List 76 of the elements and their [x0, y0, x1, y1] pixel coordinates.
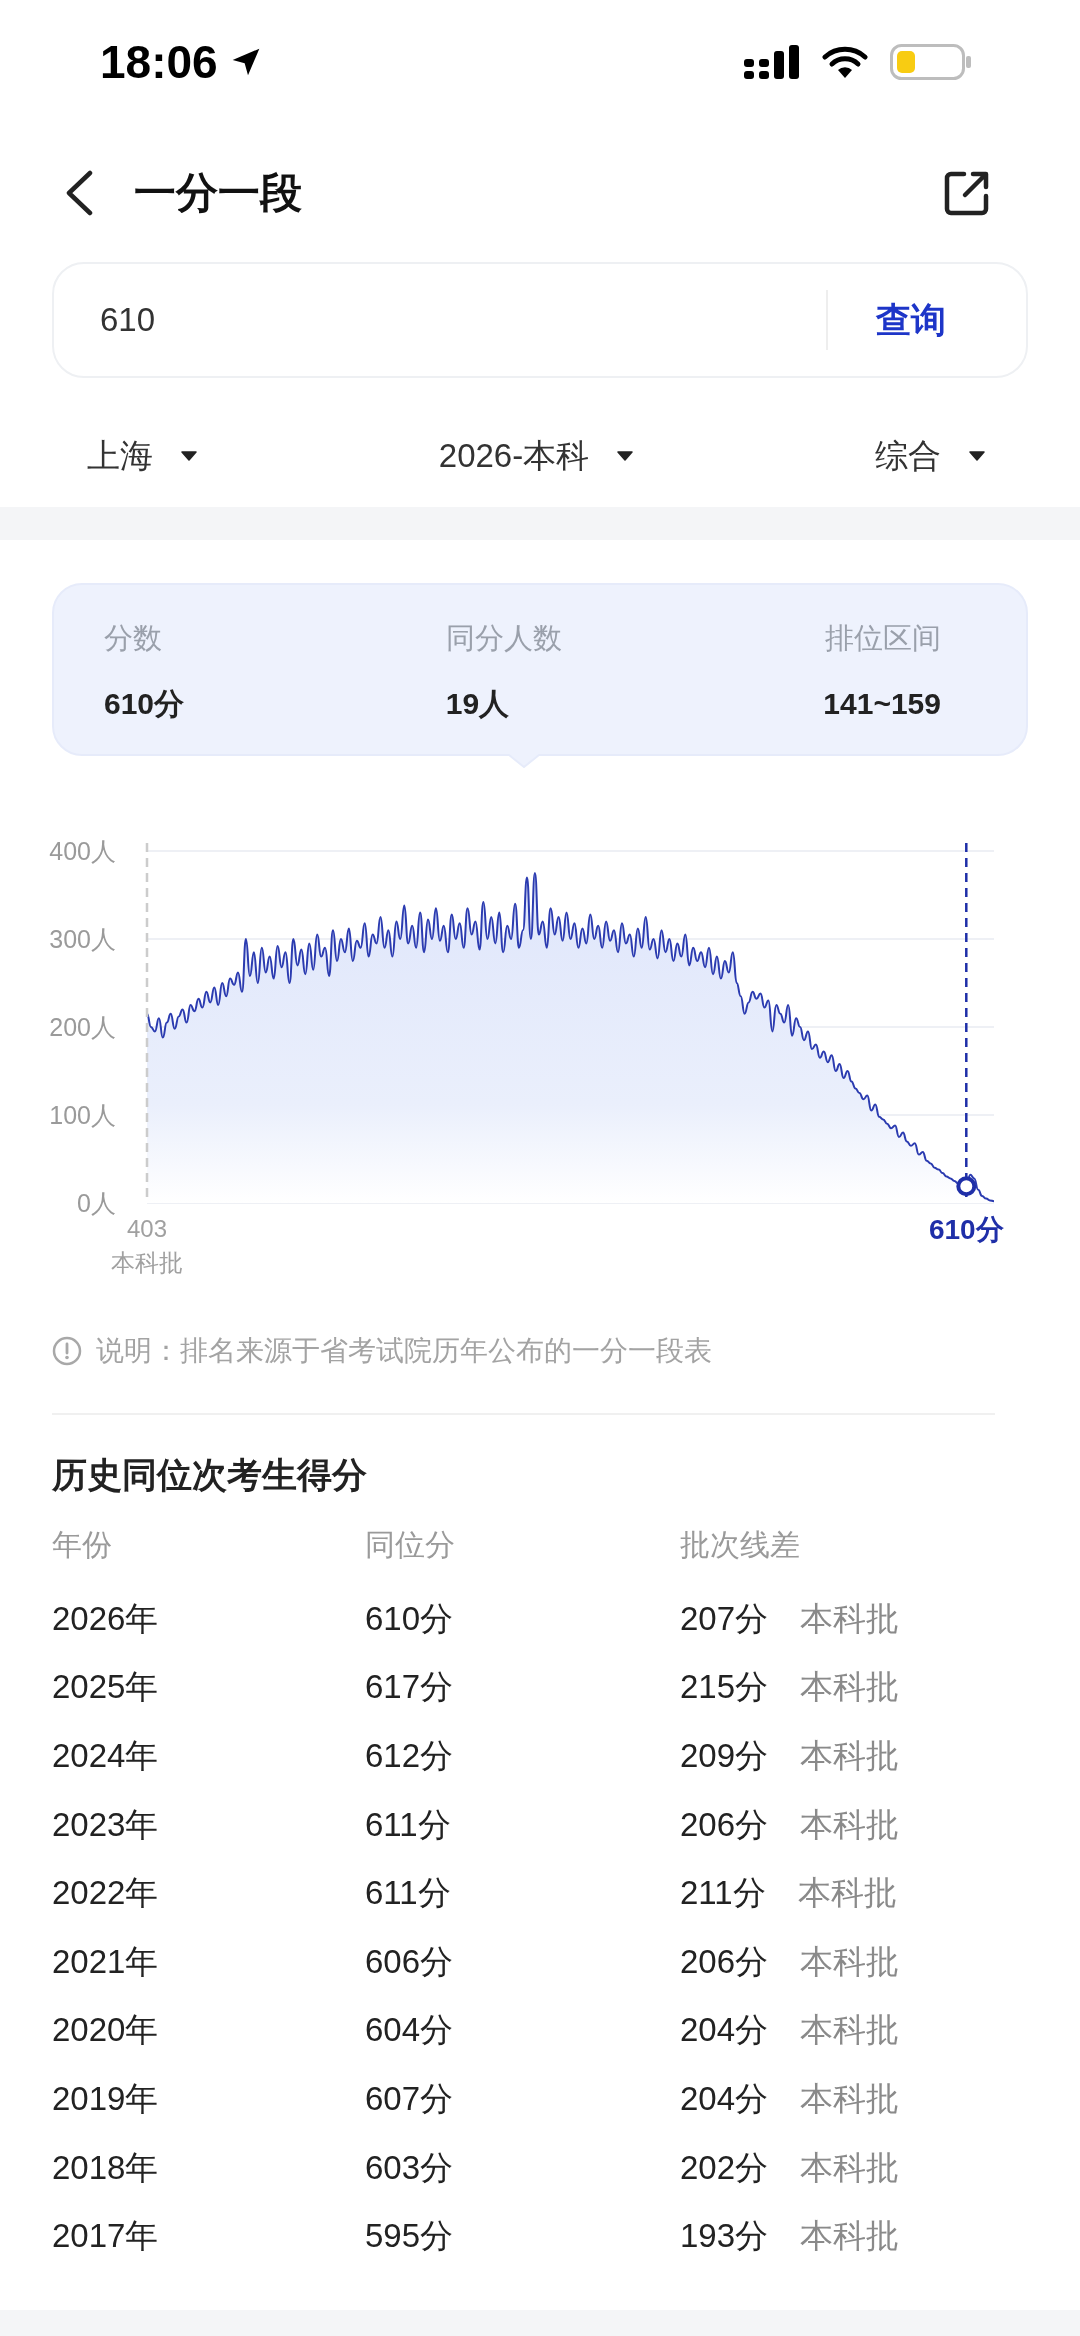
batch-cell-text: 本科批 — [800, 1736, 900, 1776]
column-header: 同位分 — [365, 1527, 455, 1563]
caret-icon — [181, 451, 197, 461]
score-cell-text: 612分 — [365, 1736, 454, 1776]
line-diff-cell-text: 204分 — [680, 2078, 769, 2119]
source-note: 说明：排名来源于省考试院历年公布的一分一段表 — [96, 1334, 712, 1368]
x-axis-label: 610分 — [928, 1214, 1004, 1245]
batch-cell-text: 本科批 — [800, 1941, 900, 1982]
cursor-point-icon[interactable] — [956, 1176, 977, 1197]
y-axis-label: 0人 — [77, 1189, 116, 1217]
status-time: 18:06 — [100, 36, 218, 88]
filter-dropdown[interactable]: 上海 — [87, 433, 197, 479]
signal-icon — [744, 45, 800, 79]
line-diff-cell-text: 215分 — [680, 1667, 769, 1708]
query-button[interactable]: 查询 — [828, 264, 1026, 376]
line-diff-cell-text: 204分 — [680, 2010, 769, 2051]
reference-label: 本科批 — [111, 1249, 183, 1276]
line-diff-cell-text: 202分 — [680, 2147, 769, 2188]
score-cell-text: 611分 — [365, 1873, 451, 1914]
batch-cell-text: 本科批 — [800, 1667, 900, 1708]
batch-cell-text: 本科批 — [800, 2147, 900, 2188]
line-diff-cell-text: 193分 — [680, 2216, 769, 2257]
year-cell-text: 2022年 — [52, 1873, 159, 1914]
summary-label: 同分人数 — [445, 621, 562, 656]
y-axis-label: 100人 — [49, 1101, 116, 1129]
y-axis-label: 200人 — [49, 1013, 116, 1041]
filter-dropdown[interactable]: 综合 — [875, 433, 985, 479]
score-cell-text: 603分 — [365, 2147, 454, 2188]
search-field[interactable]: 610 查询 — [52, 262, 1028, 378]
year-cell-text: 2018年 — [52, 2147, 159, 2188]
summary-value: 141~159 — [823, 686, 941, 722]
batch-cell-text: 本科批 — [800, 2078, 900, 2119]
page-title: 一分一段 — [134, 168, 302, 218]
battery-icon — [890, 44, 972, 80]
line-diff-cell-text: 211分 — [680, 1873, 766, 1914]
column-header: 批次线差 — [680, 1527, 800, 1563]
wifi-icon — [822, 45, 868, 79]
line-diff-cell-text: 206分 — [680, 1941, 769, 1982]
column-header: 年份 — [52, 1527, 112, 1563]
line-diff-cell-text: 209分 — [680, 1736, 769, 1776]
score-cell-text: 611分 — [365, 1804, 451, 1845]
score-cell-text: 617分 — [365, 1667, 454, 1708]
caret-icon — [969, 451, 985, 461]
back-chevron-icon — [64, 170, 94, 216]
year-cell-text: 2017年 — [52, 2216, 159, 2257]
batch-cell-text: 本科批 — [797, 1873, 897, 1914]
year-cell-text: 2024年 — [52, 1736, 159, 1776]
score-cell-text: 607分 — [365, 2078, 454, 2119]
year-cell-text: 2021年 — [52, 1941, 159, 1982]
info-icon — [52, 1336, 82, 1366]
year-cell-text: 2023年 — [52, 1804, 159, 1845]
batch-cell-text: 本科批 — [800, 1804, 900, 1845]
score-cell-text: 595分 — [365, 2216, 454, 2257]
line-diff-cell-text: 207分 — [680, 1598, 769, 1639]
caret-icon — [617, 451, 634, 461]
filter-dropdown[interactable]: 2026-本科 — [438, 433, 634, 479]
year-cell-text: 2025年 — [52, 1667, 159, 1708]
score-cell-text: 610分 — [365, 1598, 454, 1639]
y-axis-label: 400人 — [49, 837, 116, 865]
score-cell-text: 604分 — [365, 2010, 454, 2051]
score-cell-text: 606分 — [365, 1941, 454, 1982]
batch-cell-text: 本科批 — [800, 2010, 900, 2051]
batch-cell-text: 本科批 — [800, 1598, 900, 1639]
summary-value: 19人 — [445, 686, 511, 722]
summary-value: 610分 — [104, 686, 185, 722]
share-icon[interactable] — [944, 170, 990, 216]
year-cell-text: 2020年 — [52, 2010, 159, 2051]
year-cell-text: 2026年 — [52, 1598, 159, 1639]
year-cell-text: 2019年 — [52, 2078, 159, 2119]
y-axis-label: 300人 — [49, 925, 116, 953]
x-axis-label: 403 — [127, 1215, 167, 1242]
batch-cell-text: 本科批 — [800, 2216, 900, 2257]
line-diff-cell-text: 206分 — [680, 1804, 769, 1845]
section-title: 历史同位次考生得分 — [52, 1455, 367, 1495]
summary-label: 分数 — [104, 621, 163, 656]
summary-label: 排位区间 — [825, 621, 941, 656]
